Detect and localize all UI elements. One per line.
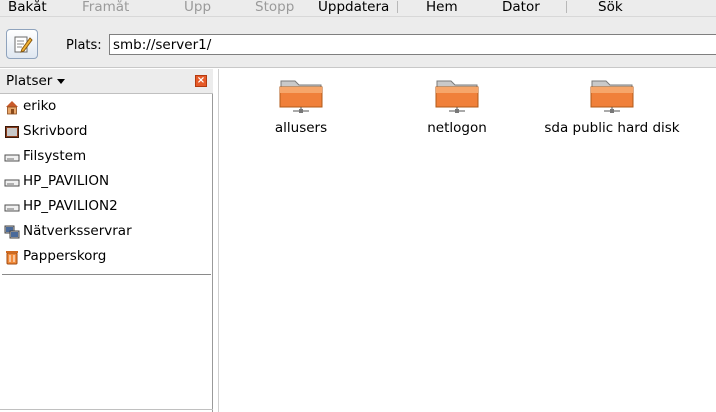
sidebar-title-dropdown[interactable]: Platser xyxy=(6,73,52,89)
sidebar-item-label: eriko xyxy=(23,98,57,114)
drive-icon xyxy=(4,154,20,162)
sidebar-header: Platser × xyxy=(0,69,213,94)
up-button[interactable]: Upp xyxy=(184,0,211,16)
sidebar-bottom-line xyxy=(0,409,213,410)
share-item-sda-public-hard-disk[interactable]: sda public hard disk xyxy=(537,75,687,136)
forward-button[interactable]: Framåt xyxy=(82,0,129,16)
toolbar-separator xyxy=(397,1,398,13)
drive-icon xyxy=(4,179,20,187)
network-icon xyxy=(4,225,20,239)
close-sidebar-icon[interactable]: × xyxy=(195,75,207,87)
home-button[interactable]: Hem xyxy=(426,0,458,16)
location-edit-toggle[interactable] xyxy=(6,29,38,59)
back-button[interactable]: Bakåt xyxy=(8,0,47,16)
places-list: eriko Skrivbord Filsystem HP_PAVILION HP… xyxy=(0,94,213,269)
reload-button[interactable]: Uppdatera xyxy=(318,0,389,16)
location-input[interactable] xyxy=(109,34,716,55)
sidebar-item-label: Papperskorg xyxy=(23,248,107,264)
sidebar-item-label: HP_PAVILION xyxy=(23,173,110,189)
share-item-allusers[interactable]: allusers xyxy=(226,75,376,136)
share-label: sda public hard disk xyxy=(544,120,680,136)
share-label: allusers xyxy=(274,120,328,136)
computer-button[interactable]: Dator xyxy=(502,0,540,16)
search-button[interactable]: Sök xyxy=(598,0,623,16)
sidebar-item-hp-pavilion2[interactable]: HP_PAVILION2 xyxy=(0,194,213,219)
sidebar-item-skrivbord[interactable]: Skrivbord xyxy=(0,119,213,144)
main-toolbar: Bakåt Framåt Upp Stopp Uppdatera Hem Dat… xyxy=(0,0,716,17)
trash-icon xyxy=(6,251,18,265)
network-folder-icon xyxy=(435,80,479,113)
chevron-down-icon[interactable] xyxy=(57,79,65,84)
sidebar-item-natverksservrar[interactable]: Nätverksservrar xyxy=(0,219,213,244)
edit-location-icon xyxy=(14,36,33,53)
sidebar-item-eriko[interactable]: eriko xyxy=(0,94,213,119)
network-folder-icon xyxy=(279,80,323,113)
sidebar-divider xyxy=(2,274,211,275)
share-label: netlogon xyxy=(427,120,487,136)
drive-icon xyxy=(4,204,20,212)
desktop-icon xyxy=(5,126,19,138)
stop-button[interactable]: Stopp xyxy=(255,0,294,16)
share-item-netlogon[interactable]: netlogon xyxy=(382,75,532,136)
location-bar: Plats: xyxy=(0,17,716,68)
sidebar-item-hp-pavilion[interactable]: HP_PAVILION xyxy=(0,169,213,194)
network-folder-icon xyxy=(590,80,634,113)
sidebar-item-label: Nätverksservrar xyxy=(23,223,132,239)
location-label: Plats: xyxy=(66,38,102,53)
sidebar: Platser × eriko Skrivbord Filsystem HP_P… xyxy=(0,69,213,412)
sidebar-item-label: Filsystem xyxy=(23,148,87,164)
sidebar-item-label: HP_PAVILION2 xyxy=(23,198,118,214)
sidebar-item-papperskorg[interactable]: Papperskorg xyxy=(0,244,213,269)
toolbar-separator xyxy=(566,1,567,13)
file-view: allusers netlogon sda public hard disk xyxy=(218,69,716,412)
sidebar-item-filsystem[interactable]: Filsystem xyxy=(0,144,213,169)
sidebar-item-label: Skrivbord xyxy=(23,123,88,139)
home-icon xyxy=(6,101,18,115)
